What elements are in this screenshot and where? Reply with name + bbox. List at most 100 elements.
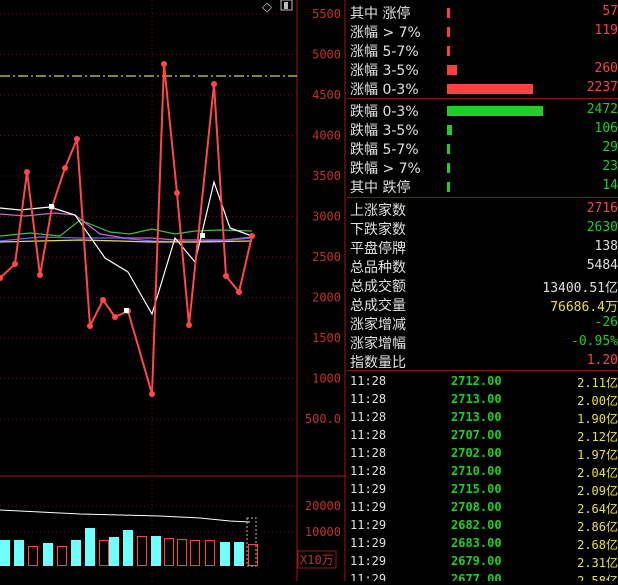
market-stats-panel: 其中 涨停 57 涨幅 > 7% 119 涨幅 5-7% 涨幅 3-5% 260 涨幅 0-3… <box>347 0 618 581</box>
tick-row: 11:28 2713.00 2.00亿 <box>347 390 618 408</box>
tick-volume: 2.04亿 <box>577 466 618 480</box>
tick-volume: 2.58亿 <box>577 574 618 581</box>
summary-value: 2630 <box>586 220 618 235</box>
tick-price: 2712.00 <box>451 374 502 388</box>
tick-time: 11:29 <box>350 500 387 514</box>
price-point <box>186 322 192 328</box>
tick-price: 2683.00 <box>451 536 502 550</box>
window-icon-fill <box>284 2 288 9</box>
price-point <box>211 81 217 87</box>
stat-value: 29 <box>602 140 618 155</box>
price-point <box>24 169 30 175</box>
summary-value: 138 <box>594 239 618 254</box>
tick-row: 11:29 2715.00 2.09亿 <box>347 480 618 498</box>
tick-volume: 2.12亿 <box>577 430 618 444</box>
tick-row: 11:28 2710.00 2.04亿 <box>347 462 618 480</box>
stat-label: 跌幅 > 7% <box>350 161 421 177</box>
down-stat-row: 跌幅 3-5% 106 <box>347 119 618 139</box>
volume-bar <box>14 540 24 566</box>
summary-row: 涨家增幅 -0.95% <box>347 332 618 352</box>
summary-label: 总品种数 <box>350 260 406 276</box>
price-marker <box>124 308 129 313</box>
stat-value: 57 <box>602 4 618 19</box>
price-axis-label: 2500 <box>312 250 341 264</box>
price-axis-label: 5000 <box>312 48 341 62</box>
summary-row: 总品种数 5484 <box>347 256 618 276</box>
up-stat-row: 其中 涨停 57 <box>347 2 618 22</box>
summary-value: 2716 <box>586 201 618 216</box>
tick-row: 11:28 2707.00 2.12亿 <box>347 426 618 444</box>
index-chart: X10万 ◇ 5500 5000 4500 4000 3500 3000 2500 2000 1… <box>0 0 346 581</box>
stat-bar <box>447 65 457 75</box>
tick-price: 2702.00 <box>451 446 502 460</box>
price-point <box>223 273 229 279</box>
stat-label: 涨幅 5-7% <box>350 44 419 60</box>
summary-value: 1.20 <box>586 353 618 368</box>
tick-price: 2708.00 <box>451 500 502 514</box>
stat-value: 2472 <box>586 102 618 117</box>
up-stat-row: 涨幅 3-5% 260 <box>347 59 618 79</box>
price-axis-label: 4500 <box>312 88 341 102</box>
stat-bar <box>447 84 533 94</box>
tick-price: 2713.00 <box>451 392 502 406</box>
section-divider <box>347 370 618 371</box>
price-point <box>149 391 155 397</box>
volume-bar <box>137 536 147 566</box>
price-point <box>161 61 167 67</box>
stat-label: 其中 跌停 <box>350 180 411 196</box>
volume-bar <box>220 542 230 566</box>
stat-bar <box>447 125 452 135</box>
down-stat-row: 跌幅 > 7% 23 <box>347 157 618 177</box>
price-axis-label: 2000 <box>312 291 341 305</box>
diamond-icon[interactable]: ◇ <box>262 0 272 15</box>
price-axis: 5500 5000 4500 4000 3500 3000 2500 2000 1500 1000… <box>305 7 341 426</box>
summary-row: 平盘停牌 138 <box>347 237 618 257</box>
summary-label: 上涨家数 <box>350 203 406 219</box>
stat-label: 涨幅 3-5% <box>350 63 419 79</box>
down-stat-row: 跌幅 5-7% 29 <box>347 138 618 158</box>
price-lines <box>0 61 255 397</box>
tick-price: 2682.00 <box>451 518 502 532</box>
stat-label: 跌幅 0-3% <box>350 104 419 120</box>
stat-label: 涨幅 > 7% <box>350 25 421 41</box>
summary-value: 5484 <box>586 258 618 273</box>
volume-axis-label: 20000 <box>305 499 341 513</box>
chart-area: X10万 ◇ 5500 5000 4500 4000 3500 3000 2500 2000 1… <box>0 0 346 581</box>
volume-bar <box>71 540 81 566</box>
tick-volume: 2.64亿 <box>577 502 618 516</box>
stat-label: 跌幅 5-7% <box>350 142 419 158</box>
price-marker <box>49 204 54 209</box>
price-point <box>37 272 43 278</box>
stat-value: 106 <box>594 121 618 136</box>
price-point <box>12 261 18 267</box>
tick-volume: 2.31亿 <box>577 556 618 570</box>
tick-row: 11:28 2702.00 1.97亿 <box>347 444 618 462</box>
tick-row: 11:29 2679.00 2.31亿 <box>347 552 618 570</box>
price-white-line <box>0 179 253 316</box>
tick-time: 11:29 <box>350 554 387 568</box>
volume-unit-label: X10万 <box>300 553 334 567</box>
summary-label: 下跌家数 <box>350 222 406 238</box>
stat-value: 260 <box>594 61 618 76</box>
price-point <box>87 323 93 329</box>
tick-volume: 2.00亿 <box>577 394 618 408</box>
summary-label: 总成交额 <box>350 279 406 295</box>
stat-bar <box>447 46 450 56</box>
down-stat-row: 其中 跌停 14 <box>347 176 618 196</box>
price-point <box>249 233 255 239</box>
tick-price: 2713.00 <box>451 410 502 424</box>
summary-row: 涨家增减 -26 <box>347 313 618 333</box>
stat-bar <box>447 182 450 192</box>
summary-label: 指数量比 <box>350 355 406 371</box>
volume-bar <box>85 528 95 566</box>
volume-bar <box>151 536 161 566</box>
summary-label: 总成交量 <box>350 298 406 314</box>
tick-time: 11:29 <box>350 482 387 496</box>
stat-bar <box>447 106 543 116</box>
summary-label: 涨家增幅 <box>350 336 406 352</box>
price-point <box>74 136 80 142</box>
price-axis-label: 3000 <box>312 210 341 224</box>
price-axis-label: 4000 <box>312 129 341 143</box>
stat-bar <box>447 144 450 154</box>
tick-time: 11:29 <box>350 572 387 581</box>
